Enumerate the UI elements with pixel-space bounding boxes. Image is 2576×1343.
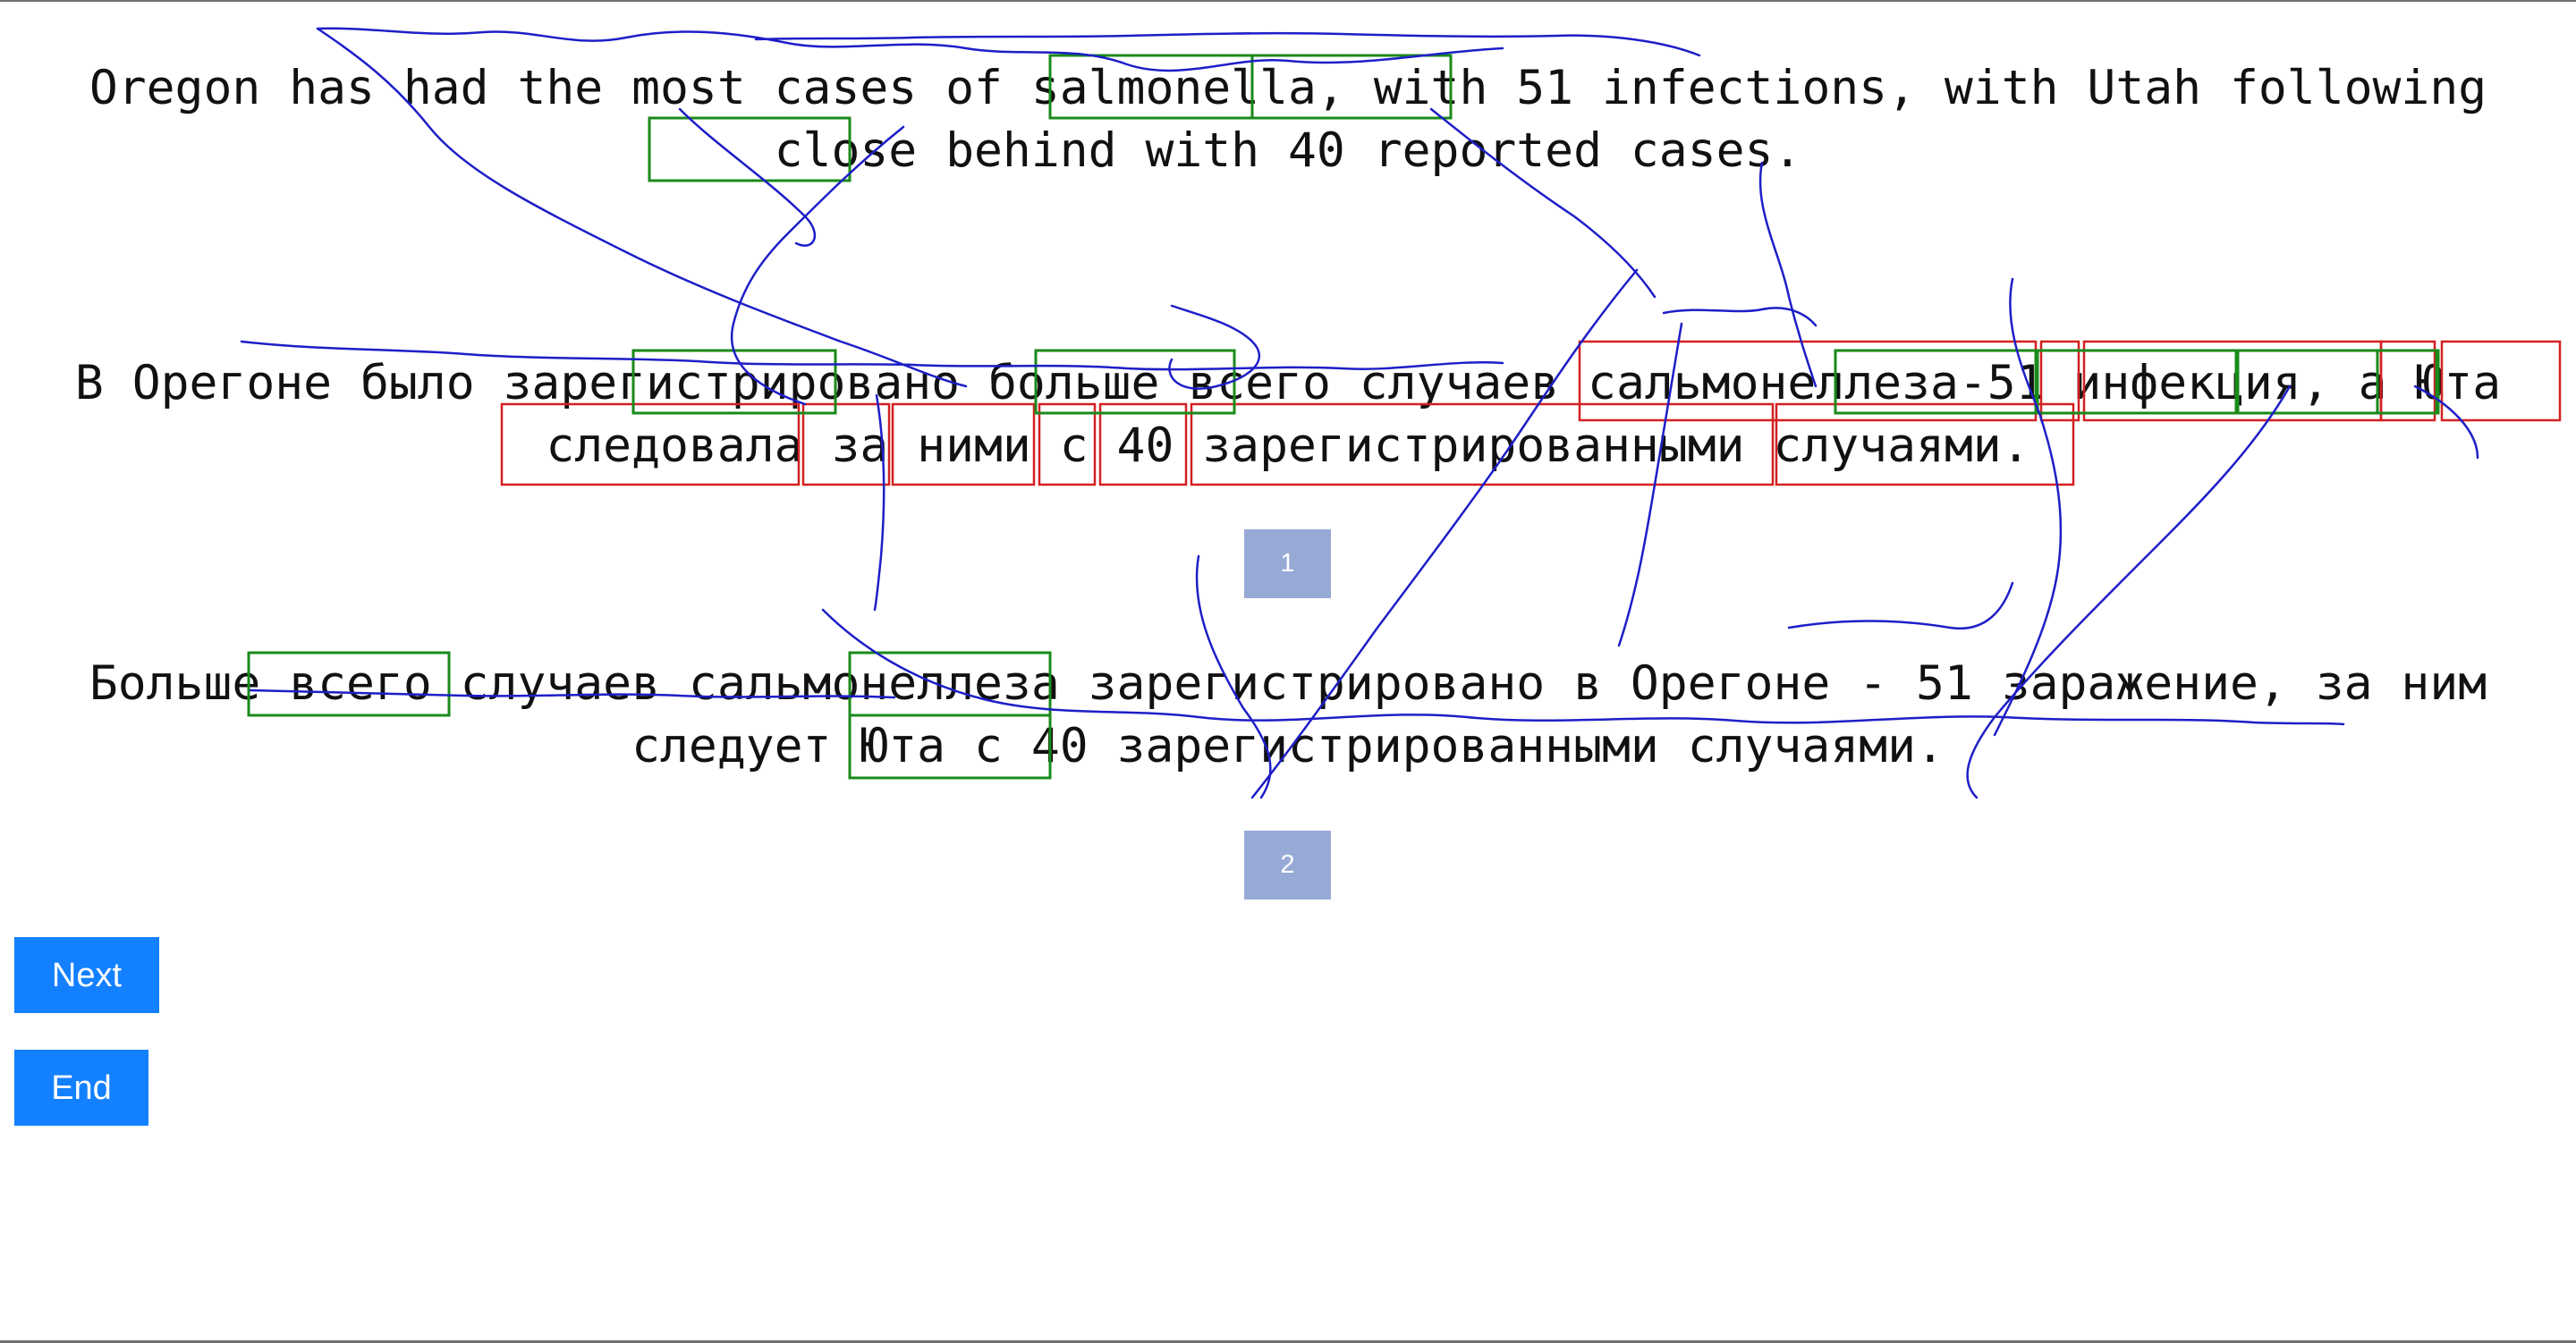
candidate-2-number-badge[interactable]: 2 bbox=[1244, 831, 1331, 900]
candidate-2-line-1: Больше всего случаев сальмонеллеза зарег… bbox=[89, 656, 2487, 711]
next-button[interactable]: Next bbox=[14, 937, 159, 1013]
pen-stroke bbox=[1787, 581, 2014, 630]
candidate-1-number-badge[interactable]: 1 bbox=[1244, 529, 1331, 598]
pen-stroke bbox=[1662, 307, 1818, 327]
candidate-1-line-2: следовала за ними с 40 зарегистрированны… bbox=[546, 418, 2030, 473]
candidate-1-line-1: В Орегоне было зарегистрировано больше в… bbox=[74, 356, 2502, 410]
source-sentence: Oregon has had the most cases of salmone… bbox=[0, 57, 2576, 182]
annotation-page: Oregon has had the most cases of salmone… bbox=[0, 0, 2576, 1343]
candidate-translation-1: В Орегоне было зарегистрировано больше в… bbox=[0, 352, 2576, 477]
end-button[interactable]: End bbox=[14, 1050, 148, 1126]
candidate-translation-2: Больше всего случаев сальмонеллеза зарег… bbox=[0, 653, 2576, 778]
pen-stroke bbox=[754, 31, 1701, 57]
source-line-1: Oregon has had the most cases of salmone… bbox=[89, 61, 2487, 115]
source-line-2: close behind with 40 reported cases. bbox=[774, 123, 1802, 178]
candidate-2-line-2: следует Юта с 40 зарегистрированными слу… bbox=[631, 719, 1945, 773]
